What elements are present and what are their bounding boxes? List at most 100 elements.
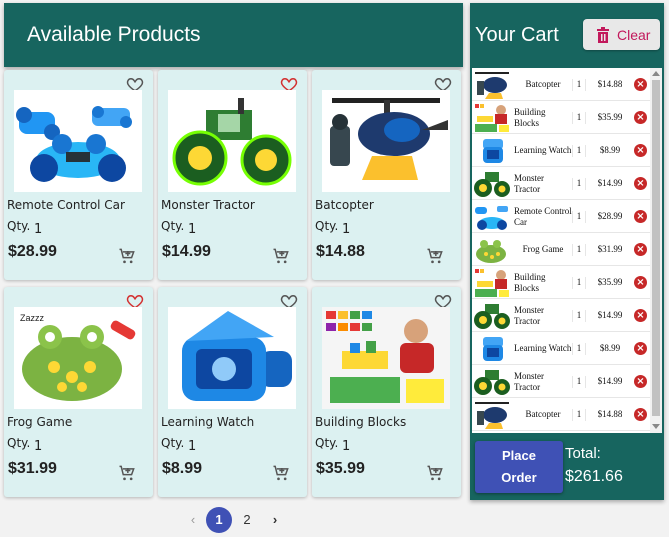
product-image-batcopter <box>322 90 450 192</box>
qty-value[interactable]: 1 <box>188 222 196 237</box>
cart-item-qty: 1 <box>572 409 586 421</box>
cart-item-qty: 1 <box>572 211 586 223</box>
product-price: $8.99 <box>162 460 203 477</box>
product-image-building-blocks <box>322 307 450 409</box>
product-card-frog-game: Zazzz Frog Game Qty. 1 $31.99 <box>4 287 153 497</box>
add-cart-icon[interactable] <box>271 246 291 266</box>
product-card-building-blocks: Building Blocks Qty. 1 $35.99 <box>312 287 461 497</box>
place-order-line1: Place <box>502 448 536 463</box>
pagination: ‹ 1 2 › <box>180 507 300 533</box>
clear-label: Clear <box>617 27 651 43</box>
cart-item-name: Frog Game <box>522 244 564 254</box>
remove-circle-icon[interactable]: × <box>634 342 647 355</box>
scroll-down-icon[interactable] <box>652 424 660 429</box>
cart-row: Batcopter 1 $14.88 × <box>472 398 650 431</box>
add-cart-icon[interactable] <box>117 463 137 483</box>
cart-thumb-monster-tractor <box>473 168 511 199</box>
product-image-monster-tractor <box>168 90 296 192</box>
cart-title: Your Cart <box>475 24 559 46</box>
cart-item-name: Batcopter <box>525 409 561 419</box>
cart-thumb-monster-tractor <box>473 366 511 397</box>
cart-thumb-building-blocks <box>473 267 511 298</box>
qty-value[interactable]: 1 <box>34 222 42 237</box>
cart-thumb-remote-control-car <box>473 201 511 232</box>
product-price: $35.99 <box>316 460 365 477</box>
cart-item-name: Monster Tractor <box>514 304 544 326</box>
cart-item-qty: 1 <box>572 112 586 124</box>
product-card-monster-tractor: Monster Tractor Qty. 1 $14.99 <box>158 70 307 280</box>
shop-page: Available Products Remote Control Car Qt… <box>0 0 669 537</box>
remove-circle-icon[interactable]: × <box>634 309 647 322</box>
product-name: Remote Control Car <box>7 198 125 212</box>
chevron-left-icon[interactable]: ‹ <box>180 507 206 533</box>
chevron-right-icon[interactable]: › <box>262 507 288 533</box>
cart-row: Building Blocks 1 $35.99 × <box>472 101 650 134</box>
remove-circle-icon[interactable]: × <box>634 243 647 256</box>
cart-row: Building Blocks 1 $35.99 × <box>472 266 650 299</box>
cart-thumb-learning-watch <box>473 135 511 166</box>
cart-row: Monster Tractor 1 $14.99 × <box>472 167 650 200</box>
cart-item-name: Building Blocks <box>514 106 546 128</box>
remove-circle-icon[interactable]: × <box>634 210 647 223</box>
cart-item-price: $31.99 <box>597 244 623 254</box>
place-order-line2: Order <box>501 470 537 485</box>
cart-thumb-learning-watch <box>473 333 511 364</box>
cart-item-price: $14.99 <box>597 310 623 320</box>
products-header: Available Products <box>4 3 463 67</box>
qty-label: Qty. <box>315 219 339 233</box>
product-price: $14.88 <box>316 243 365 260</box>
scroll-up-icon[interactable] <box>652 71 660 76</box>
qty-value[interactable]: 1 <box>342 439 350 454</box>
cart-item-qty: 1 <box>572 310 586 322</box>
cart-scrollbar[interactable] <box>650 68 662 433</box>
cart-item-qty: 1 <box>572 277 586 289</box>
cart-row: Monster Tractor 1 $14.99 × <box>472 365 650 398</box>
qty-value[interactable]: 1 <box>342 222 350 237</box>
page-button-2[interactable]: 2 <box>234 507 260 533</box>
qty-value[interactable]: 1 <box>188 439 196 454</box>
product-price: $14.99 <box>162 243 211 260</box>
products-title: Available Products <box>27 23 201 46</box>
remove-circle-icon[interactable]: × <box>634 375 647 388</box>
cart-item-price: $14.99 <box>597 376 623 386</box>
remove-circle-icon[interactable]: × <box>634 408 647 421</box>
remove-circle-icon[interactable]: × <box>634 78 647 91</box>
cart-item-price: $14.99 <box>597 178 623 188</box>
cart-row: Batcopter 1 $14.88 × <box>472 68 650 101</box>
product-price: $31.99 <box>8 460 57 477</box>
product-image-remote-control-car <box>14 90 142 192</box>
page-button-1[interactable]: 1 <box>206 507 232 533</box>
svg-text:Zazzz: Zazzz <box>20 313 45 323</box>
cart-item-qty: 1 <box>572 178 586 190</box>
cart-item-name: Learning Watch <box>514 145 572 155</box>
scroll-thumb[interactable] <box>652 80 660 416</box>
product-price: $28.99 <box>8 243 57 260</box>
product-name: Monster Tractor <box>161 198 255 212</box>
cart-item-price: $14.88 <box>597 409 623 419</box>
product-name: Building Blocks <box>315 415 407 429</box>
cart-item-price: $35.99 <box>597 277 623 287</box>
add-cart-icon[interactable] <box>271 463 291 483</box>
cart-item-name: Batcopter <box>525 79 561 89</box>
cart-item-name: Monster Tractor <box>514 370 544 392</box>
remove-circle-icon[interactable]: × <box>634 111 647 124</box>
qty-label: Qty. <box>7 436 31 450</box>
product-card-batcopter: Batcopter Qty. 1 $14.88 <box>312 70 461 280</box>
add-cart-icon[interactable] <box>117 246 137 266</box>
cart-item-qty: 1 <box>572 79 586 91</box>
place-order-button[interactable]: Place Order <box>475 441 563 493</box>
total-value: $261.66 <box>565 468 623 485</box>
remove-circle-icon[interactable]: × <box>634 177 647 190</box>
product-card-learning-watch: Learning Watch Qty. 1 $8.99 <box>158 287 307 497</box>
cart-thumb-batcopter <box>473 399 511 430</box>
clear-cart-button[interactable]: Clear <box>583 19 660 50</box>
remove-circle-icon[interactable]: × <box>634 276 647 289</box>
qty-value[interactable]: 1 <box>34 439 42 454</box>
add-cart-icon[interactable] <box>425 463 445 483</box>
cart-list[interactable]: Batcopter 1 $14.88 × Building Blocks 1 $… <box>472 68 662 433</box>
remove-circle-icon[interactable]: × <box>634 144 647 157</box>
cart-item-name: Learning Watch <box>514 343 572 353</box>
add-cart-icon[interactable] <box>425 246 445 266</box>
cart-item-name: Building Blocks <box>514 271 546 293</box>
cart-item-qty: 1 <box>572 145 586 157</box>
